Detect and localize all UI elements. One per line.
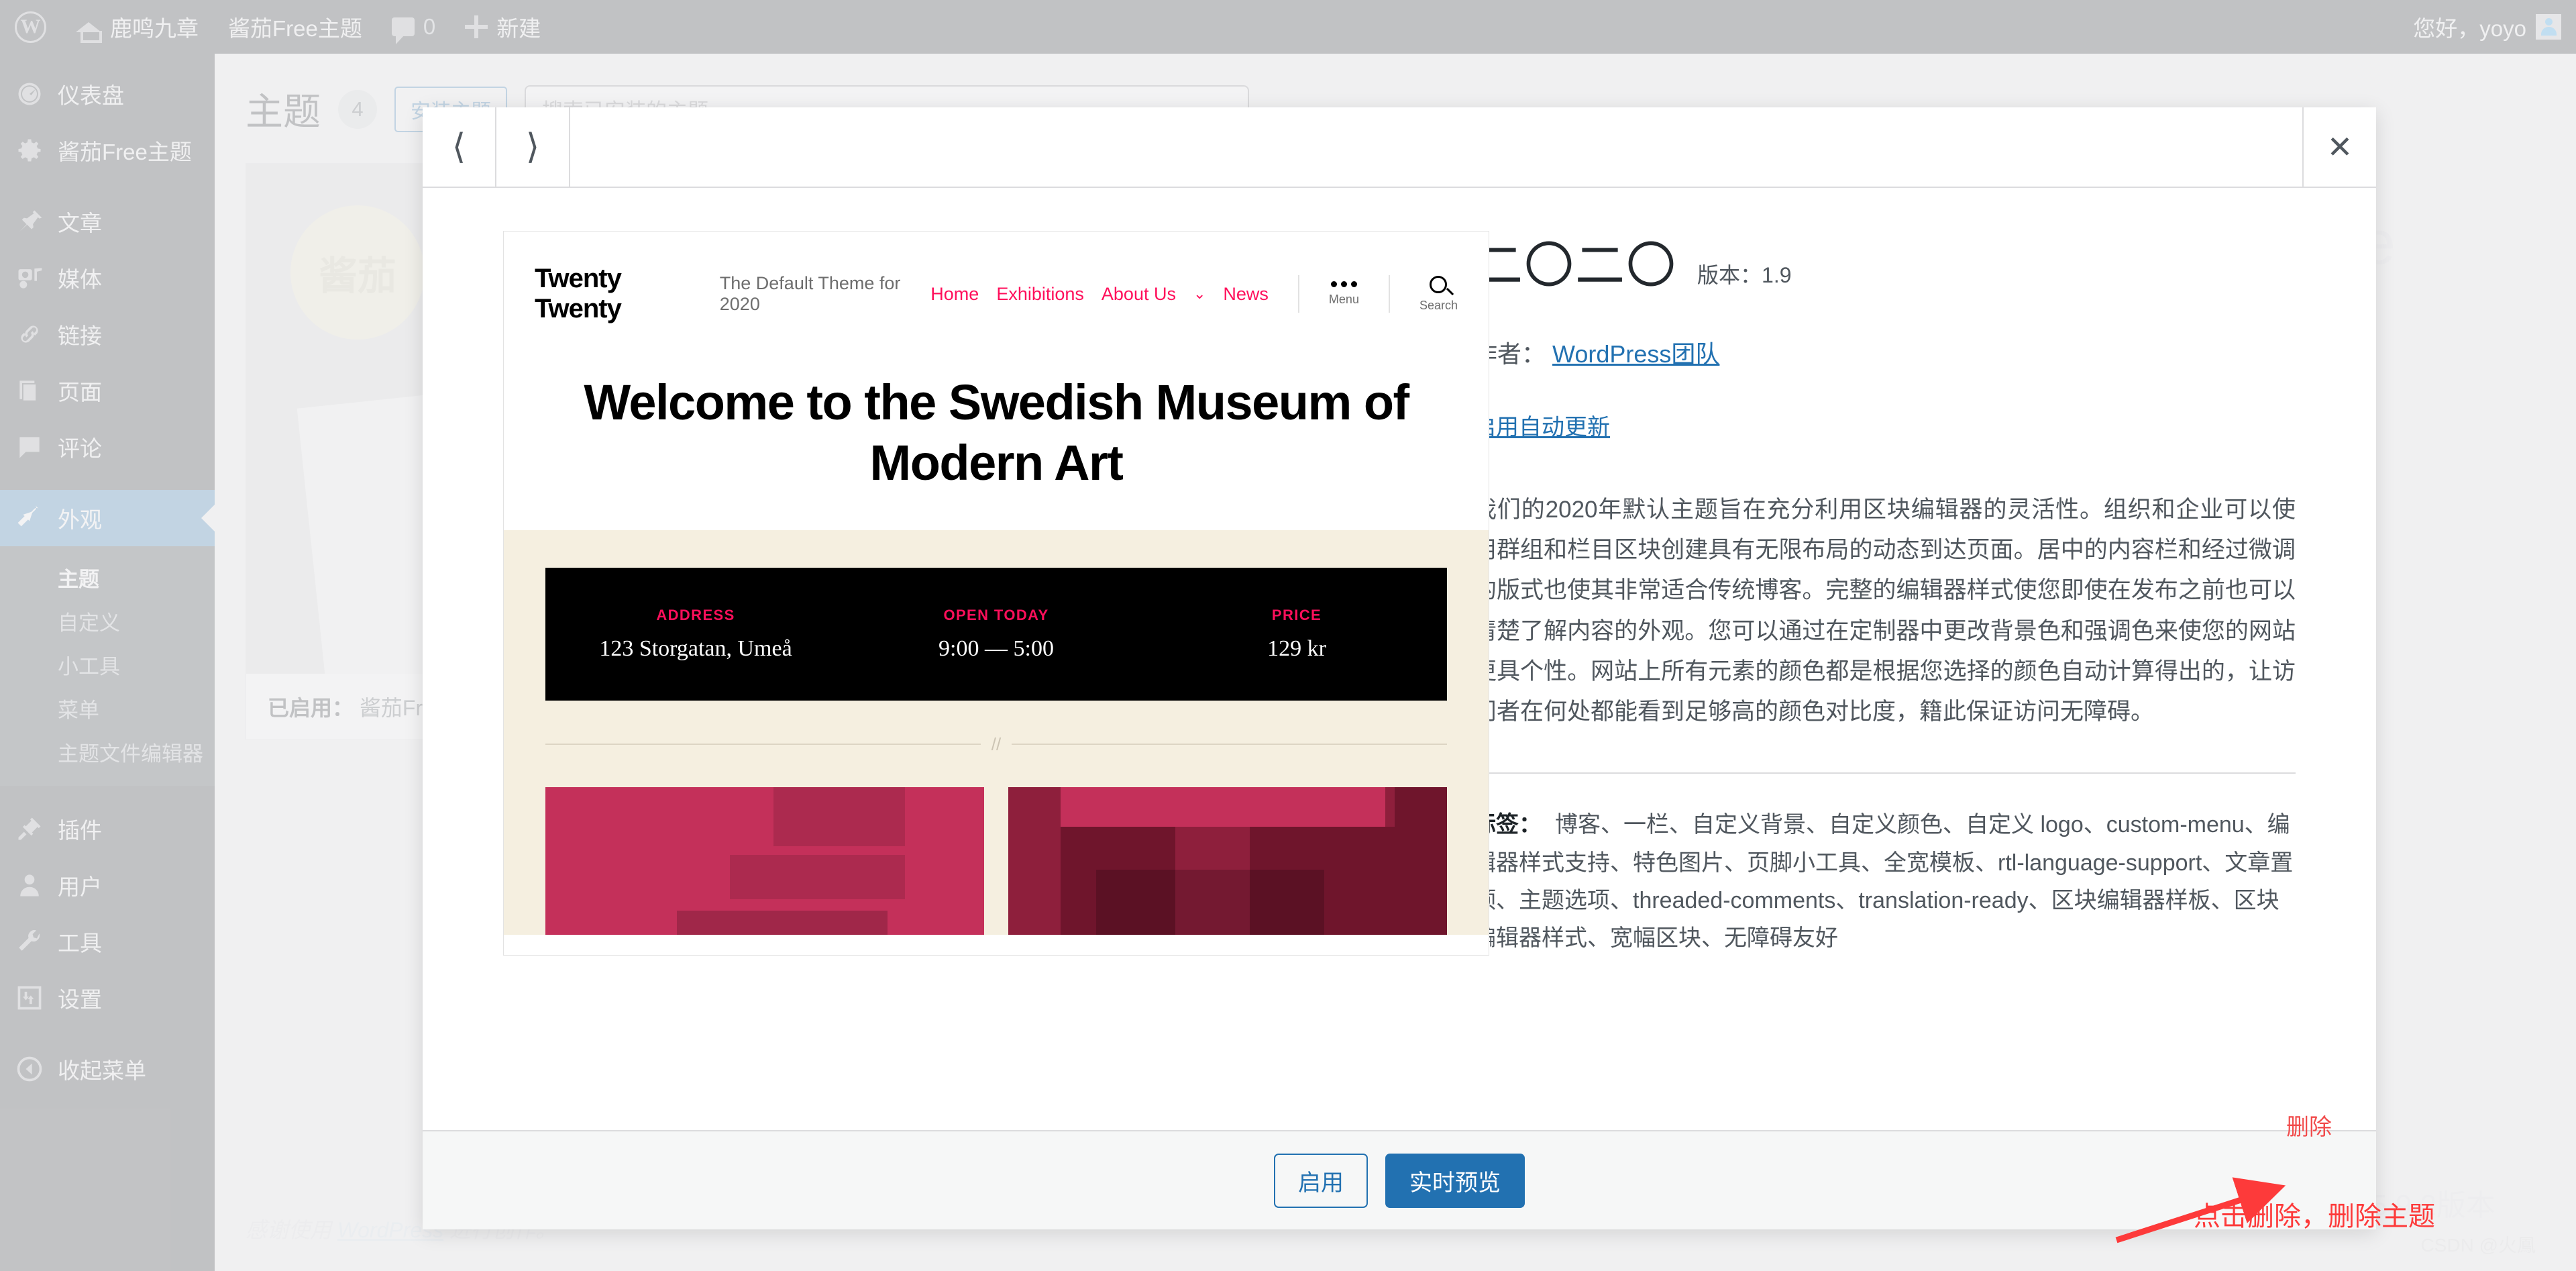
info-value: 123 Storgatan, Umeå: [599, 636, 792, 661]
preview-nav-news[interactable]: News: [1223, 284, 1269, 305]
preview-artwork-left: [545, 786, 984, 935]
theme-details-column: 二〇二〇 版本：1.9 作者： WordPress团队 启用自动更新 我们的20…: [1409, 188, 2376, 1130]
preview-hero: Welcome to the Swedish Museum of Modern …: [504, 344, 1489, 530]
theme-author-row: 作者： WordPress团队: [1473, 335, 2296, 370]
preview-separator: //: [545, 733, 1448, 755]
preview-nav-home[interactable]: Home: [930, 284, 979, 305]
theme-name: 二〇二〇: [1473, 237, 1677, 295]
version-label: 版本：: [1697, 263, 1762, 287]
separator-line-left: [545, 744, 981, 746]
chevron-down-icon: ⌄: [1193, 285, 1206, 302]
info-value: 129 kr: [1267, 636, 1326, 661]
screenshot-column: Twenty Twenty The Default Theme for 2020…: [423, 188, 1489, 1130]
activate-button[interactable]: 启用: [1274, 1153, 1368, 1208]
modal-header-spacer: [570, 107, 2302, 187]
info-key: PRICE: [1271, 606, 1322, 623]
search-icon: [1430, 275, 1448, 293]
info-value: 9:00 — 5:00: [938, 636, 1054, 661]
preview-menu-button[interactable]: Menu: [1329, 281, 1359, 307]
preview-content-area: ADDRESS 123 Storgatan, Umeå OPEN TODAY 9…: [504, 529, 1489, 935]
close-icon: ✕: [2326, 130, 2353, 164]
preview-gallery: [545, 786, 1447, 935]
theme-preview-screenshot: Twenty Twenty The Default Theme for 2020…: [503, 231, 1489, 956]
delete-theme-link[interactable]: 删除: [2286, 1109, 2332, 1141]
preview-nav-divider-1: [1297, 275, 1299, 313]
preview-nav-exhibitions[interactable]: Exhibitions: [996, 284, 1084, 305]
preview-nav: Home Exhibitions About Us ⌄ News Menu Se…: [930, 275, 1458, 313]
theme-description: 我们的2020年默认主题旨在充分利用区块编辑器的灵活性。组织和企业可以使用群组和…: [1473, 497, 2296, 725]
live-preview-button[interactable]: 实时预览: [1385, 1153, 1525, 1208]
info-cell-address: ADDRESS 123 Storgatan, Umeå: [545, 607, 846, 662]
modal-body: Twenty Twenty The Default Theme for 2020…: [423, 188, 2376, 1130]
preview-artwork-right: [1008, 786, 1447, 935]
ellipsis-icon: [1330, 281, 1357, 287]
theme-name-row: 二〇二〇 版本：1.9: [1473, 225, 2296, 297]
preview-logo: Twenty Twenty: [535, 264, 622, 323]
info-key: OPEN TODAY: [943, 606, 1049, 623]
modal-footer: 启用 实时预览 删除: [423, 1115, 2376, 1229]
next-theme-button[interactable]: ⟩: [496, 107, 570, 187]
close-modal-button[interactable]: ✕: [2302, 107, 2376, 187]
preview-site-header: Twenty Twenty The Default Theme for 2020…: [504, 232, 1489, 344]
enable-autoupdate-link[interactable]: 启用自动更新: [1473, 415, 1610, 440]
version-value: 1.9: [1762, 263, 1792, 287]
author-link[interactable]: WordPress团队: [1552, 340, 1719, 368]
theme-tags: 标签： 博客、一栏、自定义背景、自定义颜色、自定义 logo、custom-men…: [1473, 772, 2296, 958]
preview-menu-label: Menu: [1328, 293, 1359, 306]
preview-nav-divider-2: [1388, 275, 1390, 313]
preview-search-label: Search: [1419, 298, 1458, 312]
separator-line-right: [1012, 744, 1448, 746]
preview-info-bar: ADDRESS 123 Storgatan, Umeå OPEN TODAY 9…: [545, 567, 1447, 701]
preview-search-button[interactable]: Search: [1419, 275, 1458, 313]
info-cell-open-today: OPEN TODAY 9:00 — 5:00: [846, 607, 1146, 662]
theme-details-modal: ⟨ ⟩ ✕ Twenty Twenty The Default Theme fo…: [423, 107, 2376, 1229]
info-cell-price: PRICE 129 kr: [1146, 607, 1447, 662]
modal-header: ⟨ ⟩ ✕: [423, 107, 2376, 188]
preview-tagline: The Default Theme for 2020: [719, 273, 901, 314]
chevron-left-icon: ⟨: [451, 127, 466, 167]
autoupdate-row: 启用自动更新: [1473, 409, 2296, 442]
chevron-right-icon: ⟩: [525, 127, 540, 167]
info-key: ADDRESS: [656, 606, 735, 623]
separator-mark: //: [991, 733, 1002, 754]
tags-value: 博客、一栏、自定义背景、自定义颜色、自定义 logo、custom-menu、编…: [1473, 812, 2294, 952]
previous-theme-button[interactable]: ⟨: [423, 107, 496, 187]
preview-hero-title: Welcome to the Swedish Museum of Modern …: [584, 374, 1409, 491]
theme-version: 版本：1.9: [1697, 258, 1792, 289]
preview-nav-about-us[interactable]: About Us: [1102, 284, 1176, 305]
